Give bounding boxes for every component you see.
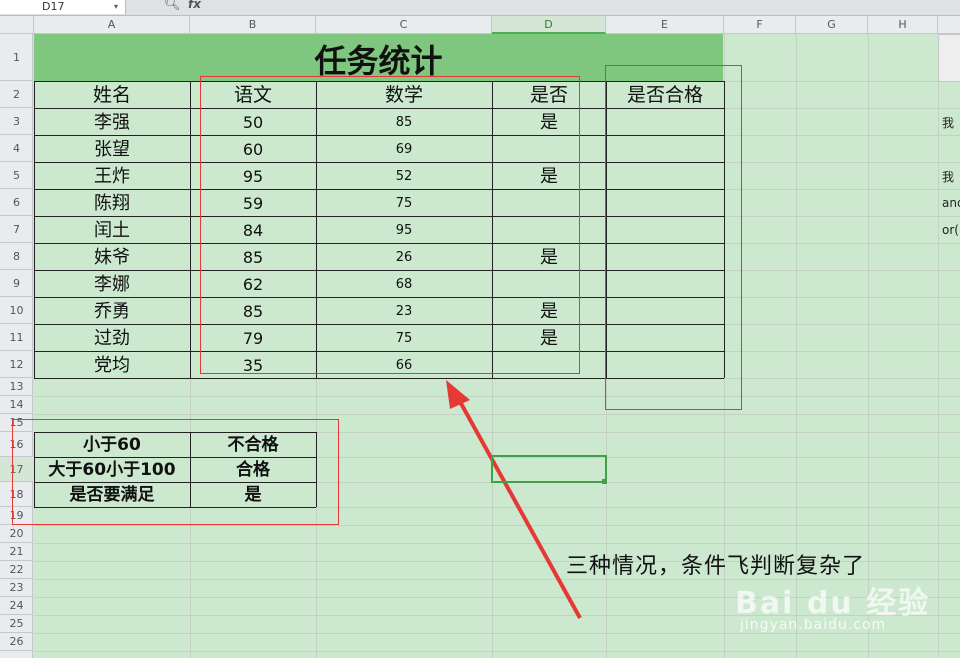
side-panel-text: and [942, 196, 960, 210]
side-panel-text: or( [942, 223, 959, 237]
active-cell-d17[interactable] [491, 455, 607, 483]
side-panel-text: 我 [942, 116, 955, 130]
side-panel-text: 我 [942, 170, 955, 184]
annotation-text: 三种情况，条件飞判断复杂了 [566, 554, 866, 579]
fill-handle[interactable] [602, 479, 607, 484]
baidu-watermark-url: jingyan.baidu.com [740, 617, 887, 633]
side-panel-button[interactable] [938, 34, 960, 82]
baidu-watermark: Bai du 经验 [735, 586, 931, 621]
